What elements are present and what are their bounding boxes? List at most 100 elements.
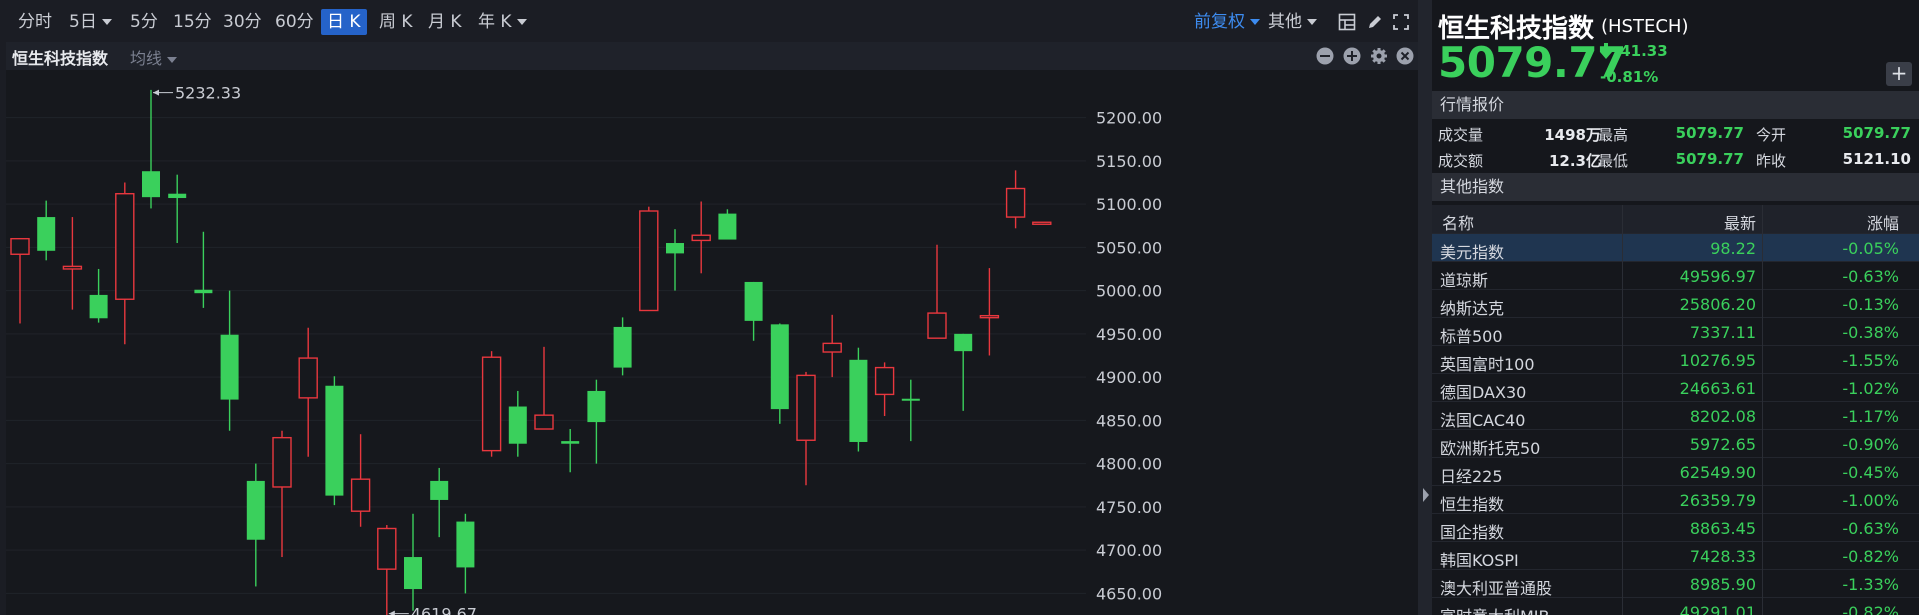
index-change: -0.82% [1842, 547, 1899, 566]
collapse-arrow-icon[interactable] [1423, 488, 1429, 502]
period-tab-timeshare[interactable]: 分时 [12, 9, 58, 35]
other-dropdown[interactable]: 其他 [1262, 9, 1323, 35]
index-row[interactable]: 富时意大利MIB 49291.01 -0.82% [1432, 597, 1919, 615]
adjust-label: 前复权 [1194, 12, 1245, 32]
index-last: 49596.97 [1679, 267, 1756, 286]
candlestick-plot[interactable]: 5200.00 5150.00 5100.00 5050.00 5000.00 4950.… [6, 70, 1418, 615]
prev-close-value: 5121.10 [1842, 150, 1911, 168]
candle-body-down [744, 281, 763, 321]
period-tab-daily[interactable]: 日 K [321, 9, 367, 35]
index-row[interactable]: 恒生指数 26359.79 -1.00% [1432, 485, 1919, 514]
zoom-in-icon[interactable] [1343, 47, 1361, 65]
layout-grid-icon[interactable] [1338, 13, 1356, 31]
period-tab-yearly[interactable]: 年 K [472, 9, 533, 35]
y-tick-label: 4650.00 [1096, 584, 1162, 603]
index-last: 10276.95 [1679, 351, 1756, 370]
y-tick-label: 4800.00 [1096, 455, 1162, 474]
candle-body-up [62, 265, 83, 270]
candle-body-up [979, 314, 1000, 319]
column-divider [1622, 205, 1623, 615]
period-toolbar: 分时 5日 5分 15分 30分 60分 日 K 周 K 月 K 年 K 前复权… [0, 0, 1418, 42]
index-change: -1.17% [1842, 407, 1899, 426]
y-tick-label: 4900.00 [1096, 368, 1162, 387]
period-label: 年 K [478, 12, 512, 32]
index-name: 恒生指数 [1440, 495, 1505, 514]
index-row[interactable]: 纳斯达克 25806.20 -0.13% [1432, 289, 1919, 318]
fullscreen-icon[interactable] [1392, 13, 1410, 31]
index-change: -0.38% [1842, 323, 1899, 342]
index-row[interactable]: 日经225 62549.90 -0.45% [1432, 457, 1919, 486]
candle-body-up [481, 356, 502, 452]
index-last: 98.22 [1710, 239, 1756, 258]
other-label: 其他 [1268, 12, 1302, 32]
col-name-header: 名称 [1442, 214, 1475, 233]
candle-body-up [1032, 221, 1052, 225]
candle-body-up [927, 312, 947, 339]
candle-body-up [822, 342, 842, 353]
index-row[interactable]: 韩国KOSPI 7428.33 -0.82% [1432, 541, 1919, 570]
period-tab-monthly[interactable]: 月 K [422, 9, 468, 35]
period-tab-weekly[interactable]: 周 K [373, 9, 419, 35]
candle-body-down [666, 243, 684, 254]
draw-pen-icon[interactable] [1366, 13, 1384, 31]
index-change: -1.02% [1842, 379, 1899, 398]
index-row[interactable]: 欧洲斯托克50 5972.65 -0.90% [1432, 429, 1919, 458]
y-tick-label: 4750.00 [1096, 498, 1162, 517]
index-last: 24663.61 [1679, 379, 1756, 398]
panel-divider[interactable] [1418, 0, 1432, 615]
ma-dropdown[interactable]: 均线 [130, 45, 178, 69]
index-change: -0.63% [1842, 267, 1899, 286]
quote-row: 成交量 1498万 最高 5079.77 今开 5079.77 [1432, 120, 1919, 146]
candle-body-down [456, 521, 475, 568]
low-label: 最低 [1598, 152, 1629, 170]
adjust-dropdown[interactable]: 前复权 [1188, 9, 1266, 35]
candle-body-down [613, 326, 632, 368]
period-tab-30min[interactable]: 30分 [217, 9, 268, 35]
zoom-out-icon[interactable] [1316, 47, 1334, 65]
candle-body-down [246, 480, 265, 540]
open-label: 今开 [1756, 126, 1787, 144]
index-change: -0.90% [1842, 435, 1899, 454]
candle-body-down [168, 193, 187, 199]
y-tick-label: 5100.00 [1096, 195, 1162, 214]
index-code: (HSTECH) [1601, 16, 1689, 37]
ma-label: 均线 [130, 49, 163, 68]
settings-gear-icon[interactable] [1370, 47, 1388, 65]
candle-body-down [849, 359, 868, 442]
period-tab-15min[interactable]: 15分 [167, 9, 218, 35]
index-last: 26359.79 [1679, 491, 1756, 510]
candle-body-down [325, 385, 344, 496]
col-chg-header: 涨幅 [1866, 214, 1899, 233]
volume-value: 1498万 [1544, 126, 1601, 144]
index-row[interactable]: 国企指数 8863.45 -0.63% [1432, 513, 1919, 542]
index-row[interactable]: 法国CAC40 8202.08 -1.17% [1432, 401, 1919, 430]
annotation-label: 4619.67 [411, 605, 477, 615]
volume-label: 成交量 [1438, 126, 1484, 144]
index-name: 道琼斯 [1440, 271, 1489, 290]
index-last: 7428.33 [1689, 547, 1756, 566]
period-tab-5day[interactable]: 5日 [63, 9, 118, 35]
index-row[interactable]: 澳大利亚普通股 8985.90 -1.33% [1432, 569, 1919, 598]
index-name: 韩国KOSPI [1440, 551, 1519, 570]
index-row[interactable]: 美元指数 98.22 -0.05% [1432, 233, 1919, 262]
period-label: 5日 [69, 12, 97, 32]
period-tab-5min[interactable]: 5分 [124, 9, 164, 35]
index-last: 8202.08 [1689, 407, 1756, 426]
candle-body-down [89, 294, 108, 319]
index-row[interactable]: 标普500 7337.11 -0.38% [1432, 317, 1919, 346]
add-watchlist-button[interactable]: + [1886, 62, 1912, 86]
column-divider [1762, 205, 1763, 615]
quote-side-panel: 恒生科技指数 (HSTECH) 5079.77 -41.33 -0.81% + … [1432, 0, 1919, 615]
table-header: 名称 最新 涨幅 [1432, 205, 1919, 233]
index-row[interactable]: 英国富时100 10276.95 -1.55% [1432, 345, 1919, 374]
index-row[interactable]: 道琼斯 49596.97 -0.63% [1432, 261, 1919, 290]
chevron-down-icon [101, 19, 112, 25]
index-row[interactable]: 德国DAX30 24663.61 -1.02% [1432, 373, 1919, 402]
close-icon[interactable] [1396, 47, 1414, 65]
indicator-legend-bar: 恒生科技指数 均线 [6, 42, 1418, 70]
index-change: -0.82% [1842, 603, 1899, 615]
y-tick-label: 5200.00 [1096, 109, 1162, 128]
y-tick-label: 4700.00 [1096, 541, 1162, 560]
period-tab-60min[interactable]: 60分 [269, 9, 320, 35]
other-indices-header: 其他指数 [1432, 173, 1919, 201]
